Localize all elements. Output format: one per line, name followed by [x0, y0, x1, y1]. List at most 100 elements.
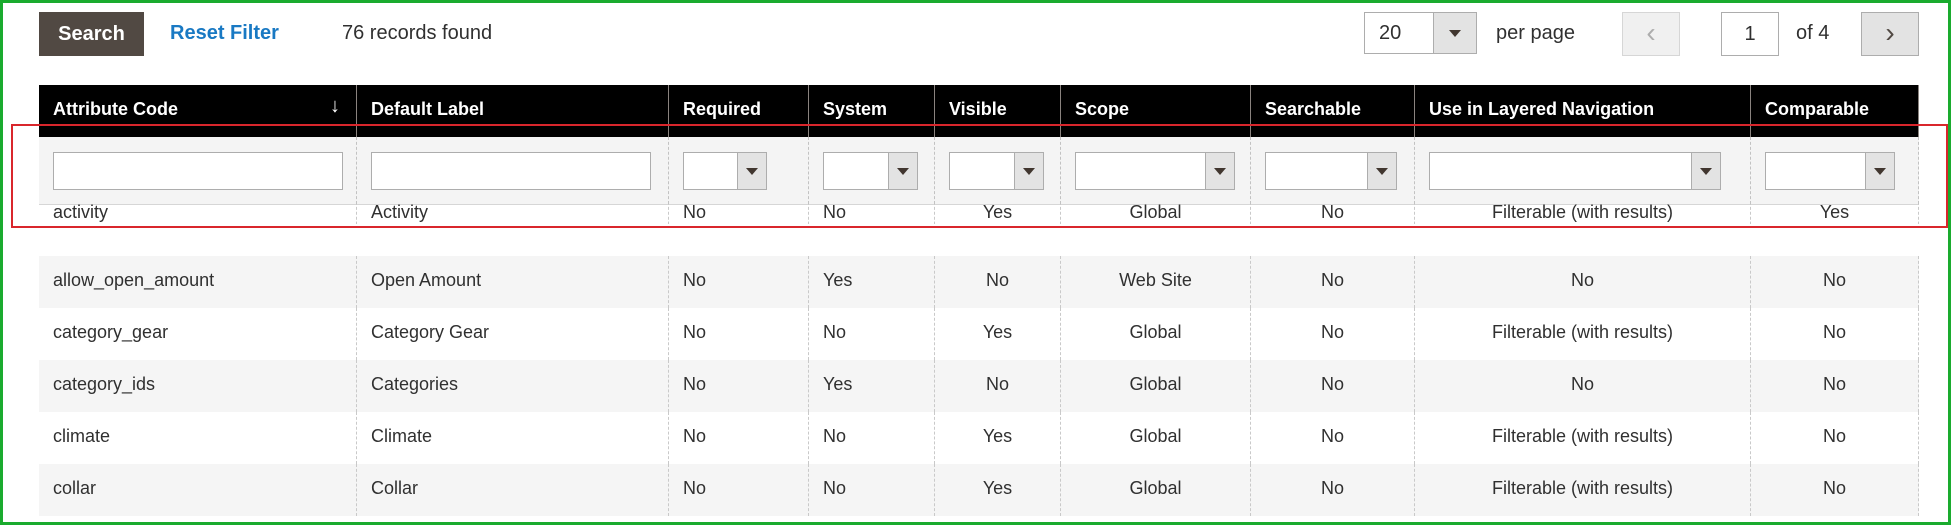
per-page-dropdown-button[interactable]	[1433, 13, 1476, 53]
cell-comparable: Yes	[1751, 204, 1919, 224]
total-pages-label: of 4	[1796, 22, 1830, 44]
filter-cell-default-label	[357, 137, 669, 204]
chevron-down-icon	[1449, 30, 1461, 37]
cell-comparable: No	[1751, 256, 1919, 308]
cell-searchable: No	[1251, 204, 1415, 224]
cell-system: Yes	[809, 360, 935, 412]
chevron-down-icon	[1023, 168, 1035, 175]
filter-select-comparable[interactable]	[1765, 152, 1895, 190]
column-header-label: Searchable	[1265, 99, 1362, 119]
filter-dropdown-button[interactable]	[1367, 153, 1396, 189]
filter-select-searchable[interactable]	[1265, 152, 1397, 190]
column-header-layered-navigation[interactable]: Use in Layered Navigation	[1415, 85, 1751, 137]
cell-searchable: No	[1251, 464, 1415, 516]
filter-select-visible[interactable]	[949, 152, 1044, 190]
chevron-down-icon	[1376, 168, 1388, 175]
column-header-label: Default Label	[371, 99, 485, 119]
filter-select-required[interactable]	[683, 152, 767, 190]
cell-required: No	[669, 464, 809, 516]
column-header-required[interactable]: Required	[669, 85, 809, 137]
per-page-label: per page	[1496, 22, 1575, 44]
filter-select-scope[interactable]	[1075, 152, 1235, 190]
cell-scope: Web Site	[1061, 256, 1251, 308]
table-row[interactable]: category_ids Categories No Yes No Global No No N…	[39, 360, 1919, 412]
cell-default-label: Collar	[357, 464, 669, 516]
filter-dropdown-button[interactable]	[1865, 153, 1894, 189]
filter-cell-searchable	[1251, 137, 1415, 204]
column-header-label: Attribute Code	[53, 99, 178, 119]
column-header-label: Comparable	[1765, 99, 1870, 119]
cell-attribute-code: climate	[39, 412, 357, 464]
cell-comparable: No	[1751, 308, 1919, 360]
filter-dropdown-button[interactable]	[1691, 153, 1720, 189]
column-header-system[interactable]: System	[809, 85, 935, 137]
grid-filter-row	[39, 137, 1919, 205]
sort-descending-icon[interactable]: ↓	[330, 95, 340, 118]
cell-comparable: No	[1751, 464, 1919, 516]
column-header-scope[interactable]: Scope	[1061, 85, 1251, 137]
filter-select-system[interactable]	[823, 152, 918, 190]
cell-system: No	[809, 412, 935, 464]
cell-system: Yes	[809, 256, 935, 308]
records-count: 76 records found	[342, 22, 493, 44]
column-header-label: Use in Layered Navigation	[1429, 99, 1655, 119]
filter-dropdown-button[interactable]	[1205, 153, 1234, 189]
reset-filter-link[interactable]: Reset Filter	[170, 22, 279, 45]
filter-dropdown-button[interactable]	[737, 153, 766, 189]
cell-layered-navigation: No	[1415, 360, 1751, 412]
cell-comparable: No	[1751, 360, 1919, 412]
table-row[interactable]: collar Collar No No Yes Global No Filterable (w…	[39, 464, 1919, 516]
cell-default-label: Activity	[357, 204, 669, 224]
filter-select-layered-navigation[interactable]	[1429, 152, 1721, 190]
cell-attribute-code: activity	[39, 204, 357, 224]
cell-visible: Yes	[935, 204, 1061, 224]
column-header-searchable[interactable]: Searchable	[1251, 85, 1415, 137]
per-page-select[interactable]: 20	[1364, 12, 1477, 54]
filter-input-attribute-code[interactable]	[53, 152, 343, 190]
column-header-comparable[interactable]: Comparable	[1751, 85, 1919, 137]
cell-attribute-code: category_ids	[39, 360, 357, 412]
cell-scope: Global	[1061, 412, 1251, 464]
chevron-down-icon	[897, 168, 909, 175]
cell-scope: Global	[1061, 464, 1251, 516]
cell-searchable: No	[1251, 412, 1415, 464]
cell-layered-navigation: Filterable (with results)	[1415, 204, 1751, 224]
chevron-down-icon	[1874, 168, 1886, 175]
column-header-label: Scope	[1075, 99, 1130, 119]
cell-default-label: Categories	[357, 360, 669, 412]
cell-layered-navigation: Filterable (with results)	[1415, 464, 1751, 516]
table-row[interactable]: activity Activity No No Yes Global No Filterabl…	[39, 204, 1919, 224]
cell-default-label: Open Amount	[357, 256, 669, 308]
cell-layered-navigation: Filterable (with results)	[1415, 412, 1751, 464]
table-row[interactable]: category_gear Category Gear No No Yes Global N…	[39, 308, 1919, 360]
filter-cell-system	[809, 137, 935, 204]
cell-searchable: No	[1251, 308, 1415, 360]
cell-layered-navigation: Filterable (with results)	[1415, 308, 1751, 360]
current-page-input[interactable]	[1721, 12, 1779, 56]
cell-visible: Yes	[935, 308, 1061, 360]
cell-visible: Yes	[935, 464, 1061, 516]
grid-header-row: Attribute Code ↓ Default Label Required Syst…	[39, 85, 1919, 137]
next-page-button[interactable]: ›	[1861, 12, 1919, 56]
cell-required: No	[669, 204, 809, 224]
cell-required: No	[669, 256, 809, 308]
filter-input-default-label[interactable]	[371, 152, 651, 190]
cell-required: No	[669, 412, 809, 464]
cell-system: No	[809, 204, 935, 224]
filter-dropdown-button[interactable]	[1014, 153, 1043, 189]
cell-searchable: No	[1251, 256, 1415, 308]
per-page-value: 20	[1379, 22, 1402, 44]
cell-attribute-code: category_gear	[39, 308, 357, 360]
table-row[interactable]: allow_open_amount Open Amount No Yes No Web S…	[39, 256, 1919, 308]
filter-cell-visible	[935, 137, 1061, 204]
column-header-visible[interactable]: Visible	[935, 85, 1061, 137]
previous-page-button[interactable]: ‹	[1622, 12, 1680, 56]
column-header-default-label[interactable]: Default Label	[357, 85, 669, 137]
filter-dropdown-button[interactable]	[888, 153, 917, 189]
grid-toolbar: Search Reset Filter 76 records found 20 …	[39, 12, 1919, 58]
cell-comparable: No	[1751, 412, 1919, 464]
search-button[interactable]: Search	[39, 12, 144, 56]
table-row[interactable]: climate Climate No No Yes Global No Filterable …	[39, 412, 1919, 464]
column-header-attribute-code[interactable]: Attribute Code ↓	[39, 85, 357, 137]
cell-attribute-code: collar	[39, 464, 357, 516]
